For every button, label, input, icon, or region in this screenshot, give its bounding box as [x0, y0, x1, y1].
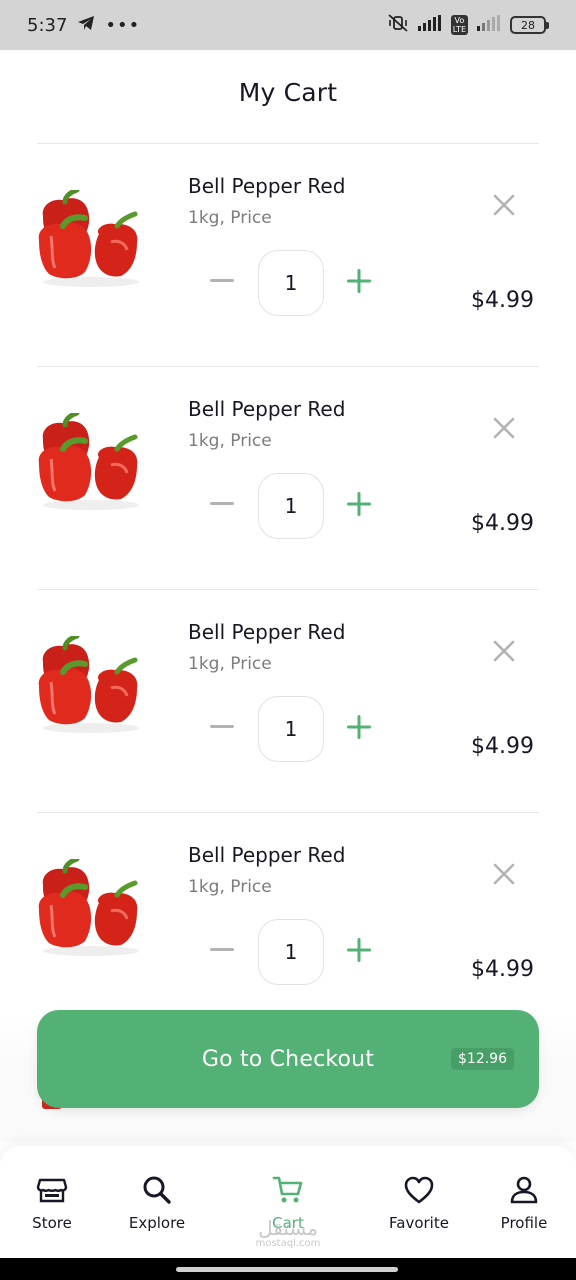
decrease-quantity-button[interactable]	[207, 266, 237, 296]
nav-label: Store	[32, 1214, 72, 1232]
quantity-value: 1	[258, 696, 324, 762]
nav-item-favorite[interactable]: Favorite	[369, 1174, 469, 1232]
search-icon	[143, 1176, 171, 1204]
item-price: $4.99	[471, 734, 534, 759]
cart-item: Bell Pepper Red 1kg, Price 1 $4.99	[37, 813, 539, 1036]
checkout-label: Go to Checkout	[201, 1046, 375, 1072]
status-bar: 5:37 ••• Vo LTE 28	[0, 0, 576, 50]
battery-icon: 28	[510, 16, 549, 34]
nav-item-store[interactable]: Store	[2, 1174, 102, 1232]
store-icon	[36, 1178, 68, 1203]
cart-item: Bell Pepper Red 1kg, Price 1 $4.99	[37, 367, 539, 590]
mute-vibrate-icon	[387, 14, 409, 36]
close-icon	[493, 194, 515, 216]
remove-item-button[interactable]	[489, 636, 519, 666]
increase-quantity-button[interactable]	[344, 712, 374, 742]
cart-icon	[272, 1176, 303, 1203]
status-time: 5:37	[27, 14, 68, 36]
system-nav-area	[0, 1258, 576, 1280]
item-unit: 1kg, Price	[188, 877, 272, 897]
signal-weak-icon	[477, 15, 501, 35]
person-icon	[510, 1176, 538, 1204]
heart-icon	[404, 1176, 434, 1204]
minus-icon	[210, 279, 234, 282]
plus-icon	[347, 715, 371, 739]
cart-item: Bell Pepper Red 1kg, Price 1 $4.99	[37, 144, 539, 367]
remove-item-button[interactable]	[489, 190, 519, 220]
decrease-quantity-button[interactable]	[207, 712, 237, 742]
watermark: مستقل mostaql.com	[250, 1218, 326, 1249]
item-unit: 1kg, Price	[188, 654, 272, 674]
checkout-button[interactable]: Go to Checkout $12.96	[37, 1010, 539, 1108]
telegram-icon	[77, 15, 95, 36]
remove-item-button[interactable]	[489, 413, 519, 443]
signal-icon	[417, 15, 442, 35]
nav-item-explore[interactable]: Explore	[107, 1174, 207, 1232]
cart-item: Bell Pepper Red 1kg, Price 1 $4.99	[37, 590, 539, 813]
watermark-latin: mostaql.com	[255, 1238, 321, 1249]
minus-icon	[210, 948, 234, 951]
nav-label: Explore	[128, 1214, 186, 1232]
item-name: Bell Pepper Red	[188, 397, 346, 421]
volte-icon: Vo LTE	[450, 15, 468, 35]
quantity-value: 1	[258, 919, 324, 985]
bell-pepper-image	[37, 410, 145, 513]
quantity-value: 1	[258, 250, 324, 316]
nav-label: Favorite	[389, 1214, 449, 1232]
checkout-total-badge: $12.96	[451, 1048, 514, 1070]
plus-icon	[347, 492, 371, 516]
status-right: Vo LTE 28	[387, 14, 549, 36]
decrease-quantity-button[interactable]	[207, 935, 237, 965]
more-dots-icon: •••	[105, 14, 141, 36]
increase-quantity-button[interactable]	[344, 489, 374, 519]
plus-icon	[347, 269, 371, 293]
bell-pepper-image	[37, 187, 145, 290]
bell-pepper-image	[37, 633, 145, 736]
remove-item-button[interactable]	[489, 859, 519, 889]
item-name: Bell Pepper Red	[188, 174, 346, 198]
close-icon	[493, 863, 515, 885]
item-unit: 1kg, Price	[188, 208, 272, 228]
item-name: Bell Pepper Red	[188, 843, 346, 867]
item-price: $4.99	[471, 511, 534, 536]
bell-pepper-image	[37, 856, 145, 959]
item-name: Bell Pepper Red	[188, 620, 346, 644]
status-left: 5:37 •••	[27, 15, 140, 36]
plus-icon	[347, 938, 371, 962]
minus-icon	[210, 502, 234, 505]
close-icon	[493, 640, 515, 662]
nav-label: Profile	[500, 1214, 548, 1232]
item-price: $4.99	[471, 288, 534, 313]
decrease-quantity-button[interactable]	[207, 489, 237, 519]
close-icon	[493, 417, 515, 439]
item-unit: 1kg, Price	[188, 431, 272, 451]
quantity-value: 1	[258, 473, 324, 539]
page-title: My Cart	[238, 78, 338, 107]
minus-icon	[210, 725, 234, 728]
increase-quantity-button[interactable]	[344, 935, 374, 965]
watermark-arabic: مستقل	[258, 1216, 318, 1240]
increase-quantity-button[interactable]	[344, 266, 374, 296]
item-price: $4.99	[471, 957, 534, 982]
nav-item-profile[interactable]: Profile	[474, 1174, 574, 1232]
home-indicator[interactable]	[176, 1267, 398, 1272]
